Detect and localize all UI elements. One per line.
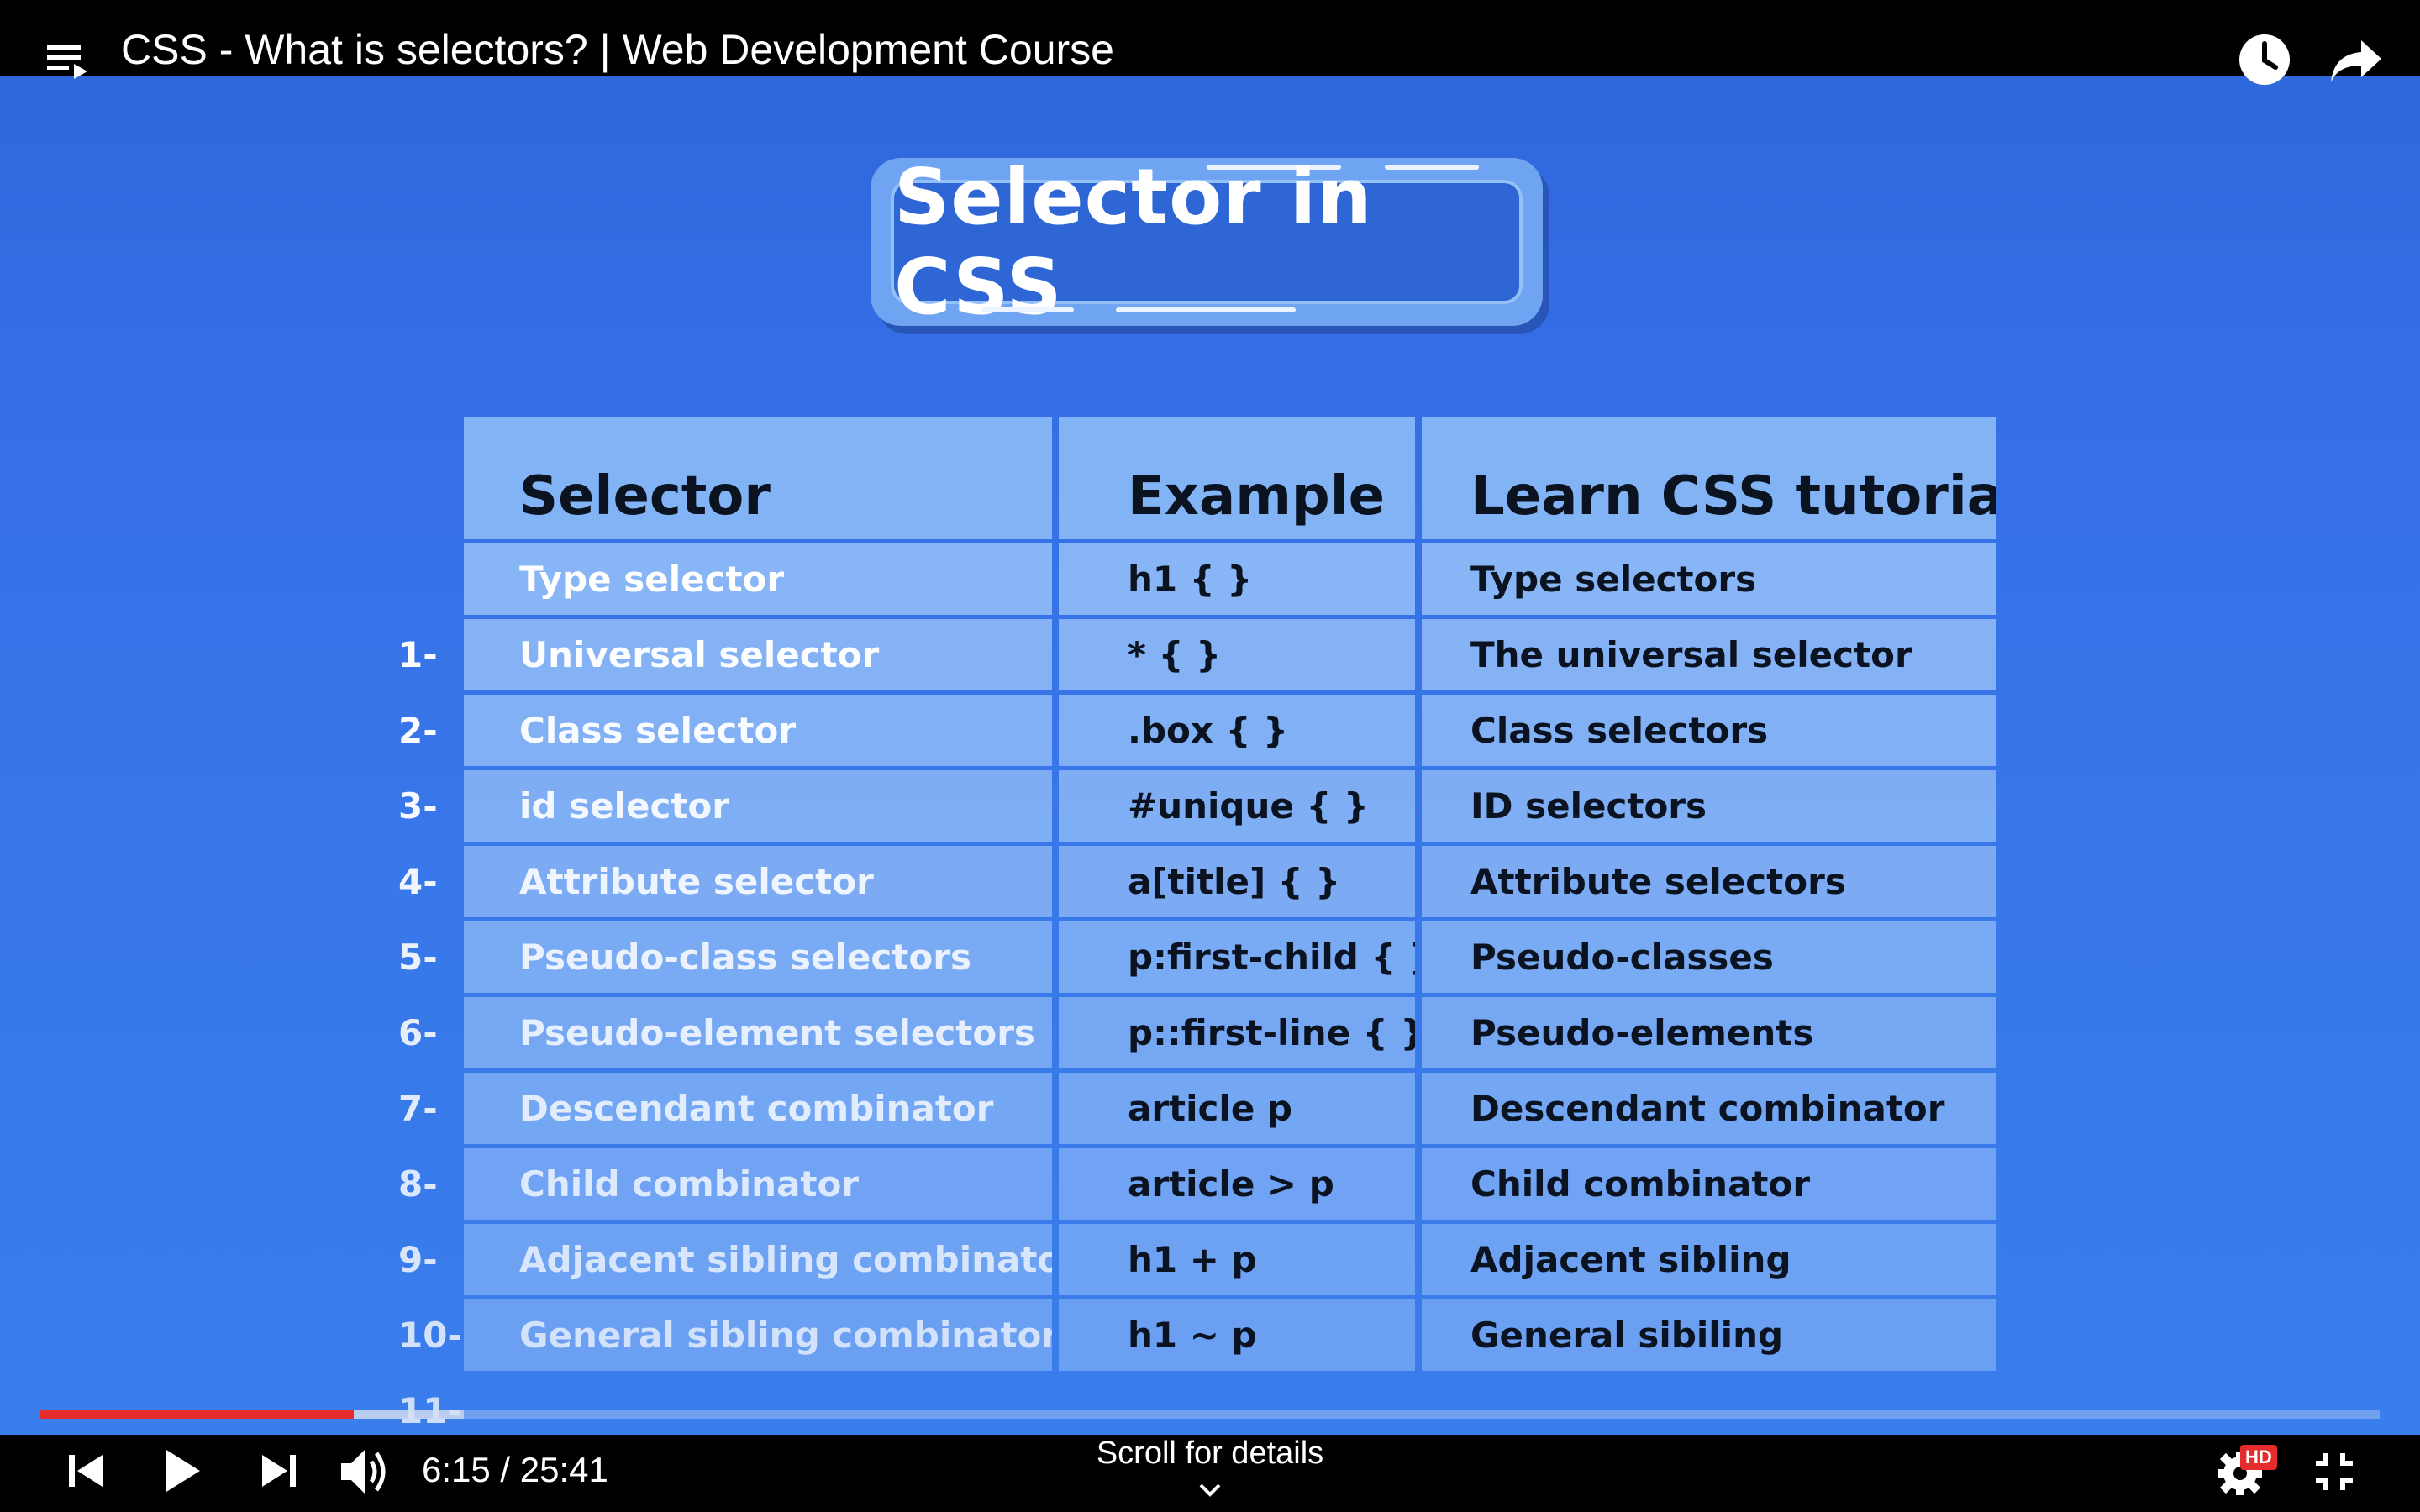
video-title[interactable]: CSS - What is selectors? | Web Developme…	[121, 29, 1114, 71]
top-bar: CSS - What is selectors? | Web Developme…	[0, 0, 2420, 85]
play-icon[interactable]	[163, 1448, 202, 1497]
hd-badge: HD	[2240, 1445, 2277, 1470]
table-cell-selector: Class selector	[464, 695, 1052, 766]
row-number: 5-	[398, 937, 438, 978]
next-icon[interactable]	[260, 1452, 297, 1494]
table-cell-tutorial: Adjacent sibling	[1422, 1224, 1996, 1295]
row-number: 4-	[398, 861, 438, 902]
row-number: 6-	[398, 1012, 438, 1053]
table-cell-selector: Pseudo-class selectors	[464, 921, 1052, 993]
slide-heading: Selector in CSS	[894, 152, 1373, 332]
table-header-tutorial: Learn CSS tutorial	[1422, 417, 1996, 539]
scroll-for-details[interactable]: Scroll for details	[1042, 1435, 1378, 1507]
volume-icon[interactable]	[339, 1446, 392, 1500]
table-cell-tutorial: Class selectors	[1422, 695, 1996, 766]
table-cell-example: article p	[1059, 1073, 1415, 1144]
table-cell-selector: Child combinator	[464, 1148, 1052, 1220]
selector-table: Selector Example Learn CSS tutorial Type se…	[464, 417, 1996, 1384]
table-cell-example: article > p	[1059, 1148, 1415, 1220]
video-frame[interactable]: Selector in CSS Selector Example Learn CSS…	[0, 76, 2420, 1435]
row-number: 7-	[398, 1088, 438, 1129]
table-header-selector: Selector	[464, 417, 1052, 539]
table-cell-selector: Universal selector	[464, 619, 1052, 690]
table-cell-example: p::first-line { }	[1059, 997, 1415, 1068]
table-cell-example: h1 ~ p	[1059, 1299, 1415, 1371]
row-number: 9-	[398, 1239, 438, 1280]
row-number: 10-	[398, 1315, 462, 1356]
table-cell-example: * { }	[1059, 619, 1415, 690]
chevron-down-icon	[1042, 1470, 1378, 1507]
table-cell-tutorial: Descendant combinator	[1422, 1073, 1996, 1144]
table-cell-selector: Descendant combinator	[464, 1073, 1052, 1144]
progress-bar[interactable]	[40, 1410, 2380, 1419]
table-cell-selector: Pseudo-element selectors	[464, 997, 1052, 1068]
scroll-hint-label: Scroll for details	[1096, 1436, 1324, 1471]
table-cell-example: #unique { }	[1059, 770, 1415, 842]
table-cell-tutorial: Pseudo-classes	[1422, 921, 1996, 993]
table-header-example: Example	[1059, 417, 1415, 539]
table-cell-tutorial: Pseudo-elements	[1422, 997, 1996, 1068]
player-controls: 6:15 / 25:41 Scroll for details HD	[0, 1435, 2420, 1512]
table-cell-selector: Attribute selector	[464, 846, 1052, 917]
table-cell-selector: id selector	[464, 770, 1052, 842]
previous-icon[interactable]	[67, 1452, 104, 1494]
table-cell-example: .box { }	[1059, 695, 1415, 766]
table-cell-example: p:first-child { }	[1059, 921, 1415, 993]
time-display: 6:15 / 25:41	[422, 1450, 608, 1489]
table-cell-tutorial: General sibiling	[1422, 1299, 1996, 1371]
table-cell-example: h1 { }	[1059, 543, 1415, 615]
table-cell-tutorial: ID selectors	[1422, 770, 1996, 842]
share-icon[interactable]	[2329, 37, 2383, 84]
exit-fullscreen-icon[interactable]	[2312, 1450, 2356, 1497]
table-cell-selector: Type selector	[464, 543, 1052, 615]
table-cell-tutorial: Attribute selectors	[1422, 846, 1996, 917]
table-cell-tutorial: Child combinator	[1422, 1148, 1996, 1220]
table-cell-tutorial: Type selectors	[1422, 543, 1996, 615]
table-cell-tutorial: The universal selector	[1422, 619, 1996, 690]
table-cell-example: a[title] { }	[1059, 846, 1415, 917]
row-number: 1-	[398, 634, 438, 675]
playlist-icon[interactable]	[47, 44, 89, 82]
clock-icon[interactable]	[2238, 34, 2291, 86]
progress-played	[40, 1410, 355, 1419]
row-number: 3-	[398, 785, 438, 827]
table-cell-selector: General sibling combinator	[464, 1299, 1052, 1371]
slide-heading-plaque: Selector in CSS	[871, 152, 1543, 332]
table-cell-example: h1 + p	[1059, 1224, 1415, 1295]
row-number: 2-	[398, 710, 438, 751]
row-number: 8-	[398, 1163, 438, 1205]
table-cell-selector: Adjacent sibling combinator	[464, 1224, 1052, 1295]
